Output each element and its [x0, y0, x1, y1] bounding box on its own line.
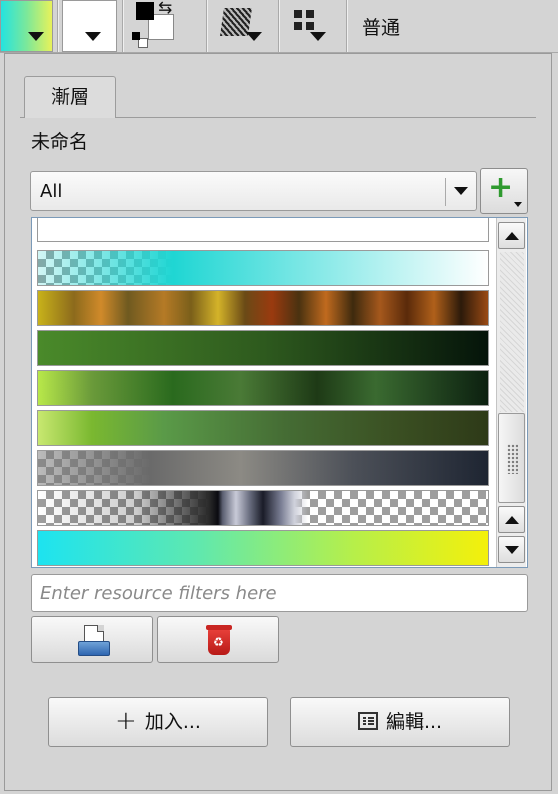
fg-bg-color-selector[interactable]: ⇆ [128, 0, 188, 52]
swap-colors-icon[interactable]: ⇆ [158, 0, 172, 18]
gradient-list[interactable] [31, 217, 528, 568]
gradient-preview [38, 291, 488, 325]
tag-filter-dropdown[interactable]: All [30, 171, 477, 211]
vertical-scrollbar[interactable] [496, 218, 526, 567]
gradient-preset-green-spring[interactable] [37, 370, 489, 406]
add-tag-button[interactable]: + [480, 168, 528, 214]
chevron-down-icon [85, 32, 101, 41]
gradient-preview [38, 251, 488, 285]
scroll-down-arrow-icon[interactable] [498, 536, 525, 563]
add-gradient-button[interactable]: + 加入... [48, 697, 268, 747]
top-toolbar: ⇆ 普通 [0, 0, 558, 53]
toolbar-divider [346, 0, 348, 52]
gradient-preset-autumn-stripes[interactable] [37, 290, 489, 326]
tab-gradients[interactable]: 漸層 [24, 76, 116, 118]
gradient-preview [38, 218, 488, 241]
delete-resource-icon: ♻ [206, 625, 232, 655]
import-resource-icon [78, 625, 110, 656]
pattern-swatch-button[interactable] [62, 0, 117, 52]
gradient-preview [38, 531, 488, 565]
toolbar-divider [122, 0, 124, 52]
scroll-up-arrow-icon[interactable] [498, 222, 525, 249]
tag-filter-value: All [40, 181, 63, 202]
chevron-down-icon [310, 32, 326, 41]
brush-presets-button[interactable] [290, 4, 336, 48]
gradient-preset-forest-dark[interactable] [37, 330, 489, 366]
preset-name-label: 未命名 [31, 131, 89, 153]
chevron-down-icon [246, 32, 262, 41]
grid-icon [294, 10, 302, 18]
foreground-color-swatch[interactable] [136, 2, 154, 20]
edit-gradient-label: 編輯... [385, 711, 443, 733]
plus-icon: + [115, 705, 137, 736]
toolbar-divider [57, 0, 59, 52]
fill-pattern-button[interactable] [220, 4, 266, 48]
gradient-preset-gray-to-navy[interactable] [37, 450, 489, 486]
gradient-preview [38, 371, 488, 405]
green-plus-icon: + [488, 170, 514, 205]
toolbar-divider [206, 0, 208, 52]
scroll-up-arrow-icon[interactable] [498, 506, 525, 533]
edit-icon [357, 711, 378, 730]
add-gradient-label: 加入... [144, 711, 201, 733]
gradient-preset-olive-fade[interactable] [37, 410, 489, 446]
scrollbar-thumb[interactable] [498, 413, 525, 503]
gradient-preset-cyan-to-transparent[interactable] [37, 250, 489, 286]
gradient-swatch-button[interactable] [0, 0, 53, 52]
gradient-preview [38, 331, 488, 365]
chevron-down-icon [454, 187, 468, 195]
toolbar-divider [278, 0, 280, 52]
gradient-preview [38, 491, 488, 525]
scrollbar-track[interactable] [500, 252, 524, 412]
gradient-preset-white-transparent[interactable] [37, 218, 489, 242]
blend-mode-select[interactable]: 普通 [362, 13, 400, 40]
gradient-preview [38, 411, 488, 445]
gradient-preview [38, 451, 488, 485]
edit-gradient-button[interactable]: 編輯... [290, 697, 510, 747]
reset-colors-icon-fg [132, 32, 140, 40]
import-resource-button[interactable] [31, 616, 153, 663]
resource-filter-input[interactable] [31, 574, 528, 612]
delete-resource-button[interactable]: ♻ [157, 616, 279, 663]
chevron-down-icon [514, 202, 522, 207]
gradient-preset-cyan-to-yellow[interactable] [37, 530, 489, 566]
chevron-down-icon [28, 32, 44, 41]
gradient-preset-metallic-chrome[interactable] [37, 490, 489, 526]
